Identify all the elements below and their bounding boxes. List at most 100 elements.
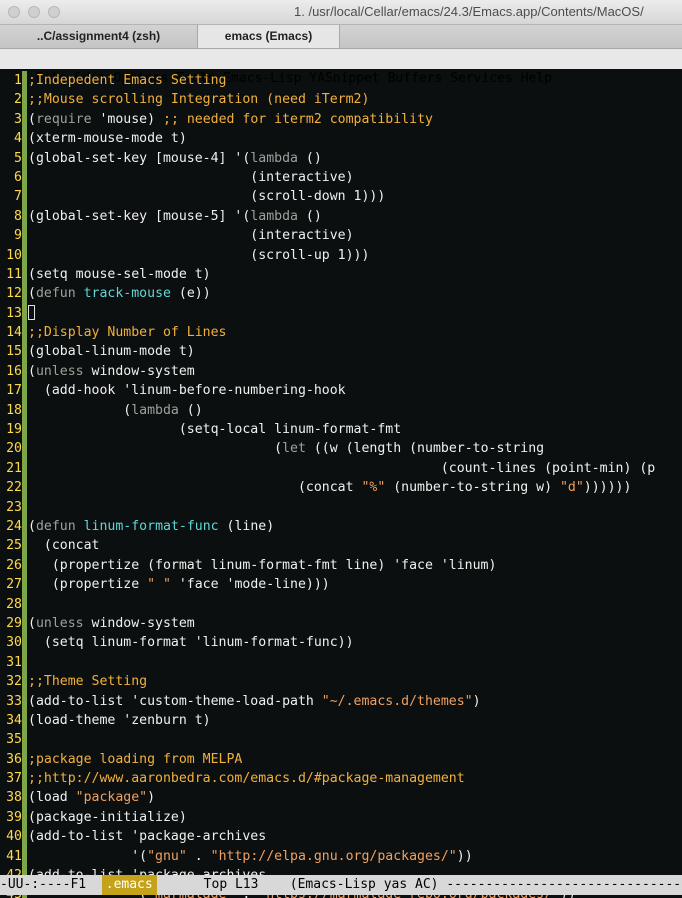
code-text: (setq-local linum-format-fmt xyxy=(28,420,401,439)
code-token: (interactive) xyxy=(28,228,354,244)
code-line[interactable]: 9 (interactive) xyxy=(0,226,682,246)
line-number: 1 xyxy=(14,73,22,88)
code-line[interactable]: 18 (lambda () xyxy=(0,400,682,421)
code-line[interactable]: 29 (unless window-system xyxy=(0,613,682,634)
line-number: 30 xyxy=(6,635,22,651)
line-number: 14 xyxy=(6,325,22,341)
code-token: ;;Mouse scrolling Integration (need iTer… xyxy=(28,92,370,108)
code-token: lambda xyxy=(131,402,179,418)
window-titlebar: 1. /usr/local/Cellar/emacs/24.3/Emacs.ap… xyxy=(0,0,682,25)
code-editor[interactable]: 1 ;Indepedent Emacs Setting 2 ;;Mouse scrol… xyxy=(0,71,682,898)
code-line[interactable]: 13 xyxy=(0,303,682,324)
code-line[interactable]: 34 (load-theme 'zenburn t) xyxy=(0,710,682,731)
code-line[interactable]: 12 (defun track-mouse (e)) xyxy=(0,284,682,304)
code-token: () xyxy=(297,150,322,166)
line-number: 23 xyxy=(6,499,22,515)
code-token: track-mouse xyxy=(83,286,171,302)
line-number: 19 xyxy=(6,422,22,438)
code-line[interactable]: 30 (setq linum-format 'linum-format-func… xyxy=(0,633,682,653)
code-line[interactable]: 25 (concat xyxy=(0,536,682,556)
code-line[interactable]: 38 (load "package") xyxy=(0,788,682,808)
code-token: defun xyxy=(35,286,76,302)
code-token: (e)) xyxy=(170,286,211,302)
code-token: (number-to-string w) xyxy=(385,480,560,496)
fringe-marker xyxy=(22,458,27,479)
code-token: "%" xyxy=(361,480,386,496)
code-token: (propertize xyxy=(28,577,148,593)
code-line[interactable]: 36 ;package loading from MELPA xyxy=(0,749,682,770)
code-line[interactable]: 41 '("gnu" . "http://elpa.gnu.org/packag… xyxy=(0,846,682,867)
text-cursor xyxy=(28,304,35,320)
code-line[interactable]: 39 (package-initialize) xyxy=(0,807,682,828)
code-line[interactable]: 2 ;;Mouse scrolling Integration (need iTe… xyxy=(0,90,682,110)
code-line[interactable]: 24 (defun linum-format-func (line) xyxy=(0,516,682,537)
fringe-marker xyxy=(22,148,27,168)
line-number: 13 xyxy=(6,305,22,321)
code-line[interactable]: 11 (setq mouse-sel-mode t) xyxy=(0,264,682,285)
mode-line: -UU-:----F1 .emacs Top L13 (Emacs-Lisp y… xyxy=(0,875,682,895)
code-text: (load-theme 'zenburn t) xyxy=(28,711,211,730)
minimize-window-button[interactable] xyxy=(28,6,40,18)
code-text: (setq mouse-sel-mode t) xyxy=(28,265,211,284)
code-line[interactable]: 14 ;;Display Number of Lines xyxy=(0,323,682,343)
fringe-marker xyxy=(22,807,27,828)
code-line[interactable]: 37 ;;http://www.aaronbedra.com/emacs.d/#p… xyxy=(0,769,682,789)
close-window-button[interactable] xyxy=(8,6,20,18)
code-line[interactable]: 20 (let ((w (length (number-to-string xyxy=(0,439,682,459)
fringe-marker xyxy=(22,129,27,149)
code-token: (setq-local linum-format-fmt xyxy=(28,422,402,438)
line-number: 4 xyxy=(14,131,22,147)
code-line[interactable]: 4 (xterm-mouse-mode t) xyxy=(0,129,682,149)
tab-emacs[interactable]: emacs (Emacs) xyxy=(198,25,340,48)
code-line[interactable]: 15 (global-linum-mode t) xyxy=(0,342,682,362)
window-title: 1. /usr/local/Cellar/emacs/24.3/Emacs.ap… xyxy=(294,4,644,19)
code-line[interactable]: 23 xyxy=(0,497,682,517)
code-line[interactable]: 33 (add-to-list 'custom-theme-load-path "… xyxy=(0,691,682,711)
code-line[interactable]: 35 xyxy=(0,730,682,750)
code-line[interactable]: 28 xyxy=(0,594,682,614)
terminal-pane[interactable]: File Edit Options Tools Emacs-Lisp YASni… xyxy=(0,49,682,898)
code-token: )) xyxy=(456,848,473,864)
zoom-window-button[interactable] xyxy=(48,6,60,18)
code-text: (scroll-up 1))) xyxy=(28,246,369,265)
code-line[interactable]: 40 (add-to-list 'package-archives xyxy=(0,827,682,847)
fringe-marker xyxy=(22,594,27,614)
code-line[interactable]: 32 ;;Theme Setting xyxy=(0,672,682,692)
code-line[interactable]: 8 (global-set-key [mouse-5] '(lambda () xyxy=(0,206,682,227)
fringe-marker xyxy=(22,536,27,556)
line-number: 39 xyxy=(6,809,22,825)
code-line[interactable]: 5 (global-set-key [mouse-4] '(lambda () xyxy=(0,148,682,168)
code-line[interactable]: 27 (propertize " " 'face 'mode-line))) xyxy=(0,575,682,595)
code-token: (setq mouse-sel-mode t) xyxy=(28,266,211,282)
line-number: 36 xyxy=(6,751,22,767)
code-line[interactable]: 21 (count-lines (point-min) (p xyxy=(0,458,682,479)
fringe-marker xyxy=(22,516,27,537)
code-text: (load "package") xyxy=(28,788,155,807)
code-token: (propertize (format linum-format-fmt lin… xyxy=(28,557,497,573)
code-text: (let ((w (length (number-to-string xyxy=(28,439,544,458)
code-token: (scroll-up 1))) xyxy=(28,247,370,263)
line-number: 32 xyxy=(6,674,22,690)
code-token: ) xyxy=(472,693,481,709)
code-line[interactable]: 10 (scroll-up 1))) xyxy=(0,245,682,265)
code-line[interactable]: 1 ;Indepedent Emacs Setting xyxy=(0,71,682,91)
code-line[interactable]: 31 xyxy=(0,652,682,673)
code-token: 'face 'mode-line))) xyxy=(170,577,330,593)
code-line[interactable]: 22 (concat "%" (number-to-string w) "d")… xyxy=(0,478,682,498)
code-line[interactable]: 19 (setq-local linum-format-fmt xyxy=(0,420,682,440)
code-line[interactable]: 3 (require 'mouse) ;; needed for iterm2 c… xyxy=(0,109,682,130)
code-line[interactable]: 7 (scroll-down 1))) xyxy=(0,187,682,207)
line-number: 29 xyxy=(6,615,22,631)
tab-zsh[interactable]: ..C/assignment4 (zsh) xyxy=(0,25,198,48)
code-token: ( xyxy=(28,402,132,418)
fringe-marker xyxy=(22,187,27,207)
fringe-marker xyxy=(22,90,27,110)
code-text: (require 'mouse) ;; needed for iterm2 co… xyxy=(28,110,433,129)
code-line[interactable]: 17 (add-hook 'linum-before-numbering-hoo… xyxy=(0,381,682,401)
code-line[interactable]: 16 (unless window-system xyxy=(0,361,682,382)
code-token: (add-to-list 'package-archives xyxy=(28,829,267,845)
line-number: 20 xyxy=(6,441,22,457)
code-line[interactable]: 26 (propertize (format linum-format-fmt … xyxy=(0,555,682,576)
code-line[interactable]: 6 (interactive) xyxy=(0,167,682,188)
code-text: '("gnu" . "http://elpa.gnu.org/packages/… xyxy=(28,847,473,866)
